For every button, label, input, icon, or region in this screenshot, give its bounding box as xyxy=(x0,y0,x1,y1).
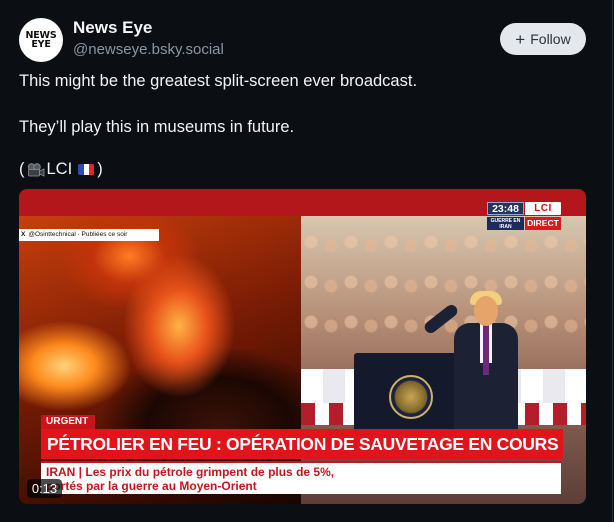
crowd xyxy=(301,226,586,266)
france-flag-icon xyxy=(78,164,95,175)
follow-button-label: Follow xyxy=(530,31,571,47)
author-display-name[interactable]: News Eye xyxy=(73,18,152,38)
source-tag-text: @Osinttechnical · Publiées ce soir xyxy=(28,231,128,238)
post-text-line-1: This might be the greatest split-screen … xyxy=(19,72,418,90)
post-card: NEWS EYE News Eye @newseye.bsky.social +… xyxy=(0,0,613,522)
ticker-line-1: | Les prix du pétrole grimpent de plus d… xyxy=(75,465,335,479)
guerre-label: GUERRE EN IRAN xyxy=(487,217,524,230)
post-text-line-3: ( LCI ) xyxy=(19,160,103,179)
lci-logo-text: LCI xyxy=(534,203,552,214)
post-text-line-2: They’ll play this in museums in future. xyxy=(19,118,295,136)
broadcast-clock: 23:48 xyxy=(487,202,524,215)
urgent-tag: URGENT xyxy=(41,415,95,429)
lci-logo: LCI xyxy=(525,202,561,215)
x-logo-icon: X xyxy=(21,231,26,238)
avatar-text-eye: EYE xyxy=(31,39,51,50)
direct-badge: DIRECT xyxy=(525,217,561,230)
video-player[interactable]: X @Osinttechnical · Publiées ce soir 23:4… xyxy=(19,189,586,504)
plus-icon: + xyxy=(515,29,526,49)
movie-camera-icon xyxy=(27,162,45,177)
source-tag: X @Osinttechnical · Publiées ce soir xyxy=(19,229,159,241)
presidential-seal-icon xyxy=(389,375,433,419)
open-paren: ( xyxy=(19,160,25,178)
source-label: LCI xyxy=(46,160,73,178)
follow-button[interactable]: + Follow xyxy=(500,23,586,55)
avatar[interactable]: NEWS EYE xyxy=(19,18,63,62)
speaker-figure xyxy=(422,291,546,453)
close-paren: ) xyxy=(97,160,103,178)
ticker-line-2: portés par la guerre au Moyen-Orient xyxy=(46,479,257,493)
author-handle[interactable]: @newseye.bsky.social xyxy=(73,41,224,58)
video-timestamp[interactable]: 0:13 xyxy=(27,479,62,498)
sub-ticker: IRAN | Les prix du pétrole grimpent de p… xyxy=(41,461,561,494)
ticker-topic: IRAN xyxy=(46,465,76,479)
headline-banner: PÉTROLIER EN FEU : OPÉRATION DE SAUVETAG… xyxy=(41,429,563,459)
